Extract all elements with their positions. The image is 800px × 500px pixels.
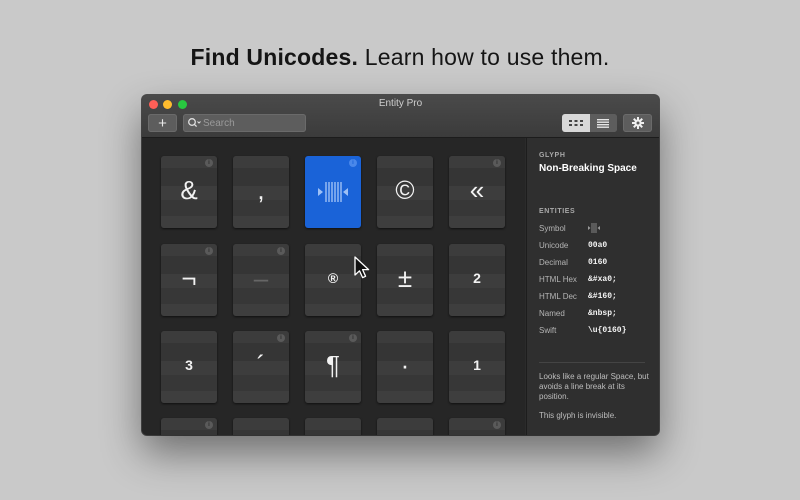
tile-glyph: ± [397, 262, 413, 293]
entity-key: Named [539, 309, 565, 318]
view-toggle [562, 114, 617, 132]
glyph-tile-middle-dot[interactable]: · [377, 331, 433, 403]
info-icon[interactable]: i [493, 159, 501, 167]
nbsp-symbol-icon [588, 223, 600, 233]
tile-glyph: 3 [185, 357, 193, 373]
glyph-tile-superscript-two[interactable]: 2 [449, 244, 505, 316]
window-title: Entity Pro [378, 98, 423, 109]
grid-icon [568, 120, 583, 126]
glyph-tile-plus-minus[interactable]: ± [377, 244, 433, 316]
glyph-tile-superscript-one[interactable]: 1 [449, 331, 505, 403]
glyph-tile-partial[interactable] [305, 418, 361, 435]
tile-glyph: · [400, 349, 410, 380]
entity-key: Unicode [539, 241, 569, 250]
non-breaking-space-icon [318, 182, 348, 202]
gear-icon [631, 117, 644, 129]
headline-rest: Learn how to use them. [358, 44, 610, 70]
glyph-section-label: GLYPH [539, 152, 566, 159]
settings-button[interactable] [623, 114, 652, 132]
glyph-tile-comma[interactable]: , [233, 156, 289, 228]
glyph-tile-partial[interactable]: i [161, 418, 217, 435]
tile-glyph: – [253, 262, 269, 293]
search-input[interactable] [203, 115, 301, 131]
glyph-tile-soft-hyphen[interactable]: – i [233, 244, 289, 316]
glyph-tile-partial[interactable] [377, 418, 433, 435]
tile-glyph: ® [327, 270, 339, 286]
info-icon[interactable]: i [205, 159, 213, 167]
grid-view-button[interactable] [562, 114, 590, 132]
info-icon[interactable]: i [349, 334, 357, 342]
search-field[interactable] [183, 114, 306, 132]
headline-bold: Find Unicodes. [190, 44, 359, 70]
glyph-grid: & i , i © «i ¬ i – i ® ± 2 3 ´ i ¶ i · 1 i i [142, 138, 525, 435]
glyph-tile-not-sign[interactable]: ¬ i [161, 244, 217, 316]
titlebar: Entity Pro + [142, 95, 659, 138]
entity-key: Swift [539, 326, 557, 335]
entity-row-unicode: Unicode 00a0 [539, 241, 654, 253]
entity-value[interactable]: &#xa0; [588, 275, 617, 284]
entity-value[interactable]: \u{0160} [588, 326, 626, 335]
headline: Find Unicodes. Learn how to use them. [0, 44, 800, 71]
tile-glyph: ¬ [181, 262, 197, 293]
list-view-button[interactable] [589, 114, 617, 132]
mouse-cursor-icon [354, 256, 370, 279]
entity-row-html-hex: HTML Hex &#xa0; [539, 275, 654, 287]
glyph-tile-nbsp-selected[interactable]: i [305, 156, 361, 228]
entity-value[interactable]: &nbsp; [588, 309, 617, 318]
add-button[interactable]: + [148, 114, 177, 132]
tile-glyph: © [395, 174, 415, 205]
entity-value[interactable]: &#160; [588, 292, 617, 301]
entity-row-decimal: Decimal 0160 [539, 258, 654, 270]
entity-value[interactable]: 0160 [588, 258, 607, 267]
tile-glyph: ¶ [326, 349, 340, 380]
tile-glyph: & [180, 174, 198, 205]
tile-glyph: 1 [473, 357, 481, 373]
entity-key: Decimal [539, 258, 568, 267]
info-icon[interactable]: i [205, 247, 213, 255]
glyph-tile-superscript-three[interactable]: 3 [161, 331, 217, 403]
info-icon[interactable]: i [277, 334, 285, 342]
search-icon [188, 118, 201, 128]
entity-row-symbol: Symbol [539, 223, 654, 236]
entity-key: Symbol [539, 224, 566, 233]
glyph-name: Non-Breaking Space [539, 163, 637, 174]
entity-row-swift: Swift \u{0160} [539, 326, 654, 338]
glyph-tile-partial[interactable]: i [449, 418, 505, 435]
info-icon[interactable]: i [493, 421, 501, 429]
info-icon[interactable]: i [205, 421, 213, 429]
glyph-tile-copyright[interactable]: © [377, 156, 433, 228]
tile-glyph: « [469, 174, 485, 205]
entities-section-label: ENTITIES [539, 208, 576, 215]
glyph-description: Looks like a regular Space, but avoids a… [539, 372, 649, 401]
entity-value[interactable]: 00a0 [588, 241, 607, 250]
tile-glyph: , [257, 174, 265, 205]
entity-row-named: Named &nbsp; [539, 309, 654, 321]
detail-panel: GLYPH Non-Breaking Space ENTITIES Symbol… [526, 138, 659, 435]
entity-key: HTML Hex [539, 275, 577, 284]
panel-divider [539, 362, 645, 363]
entity-row-html-dec: HTML Dec &#160; [539, 292, 654, 304]
add-label: + [158, 114, 167, 132]
list-icon [597, 118, 610, 128]
glyph-tile-registered[interactable]: ® [305, 244, 361, 316]
info-icon[interactable]: i [349, 159, 357, 167]
glyph-tile-pilcrow[interactable]: ¶ i [305, 331, 361, 403]
app-window: Entity Pro + Search & i , i © « i ¬ i – … [142, 95, 659, 435]
glyph-note: This glyph is invisible. [539, 411, 617, 420]
glyph-tile-left-guillemet[interactable]: «i [449, 156, 505, 228]
info-icon[interactable]: i [277, 247, 285, 255]
entity-key: HTML Dec [539, 292, 577, 301]
tile-glyph: 2 [473, 270, 481, 286]
tile-glyph: ´ [256, 349, 266, 380]
glyph-tile-ampersand[interactable]: & i [161, 156, 217, 228]
glyph-tile-partial[interactable] [233, 418, 289, 435]
glyph-tile-acute-accent[interactable]: ´ i [233, 331, 289, 403]
